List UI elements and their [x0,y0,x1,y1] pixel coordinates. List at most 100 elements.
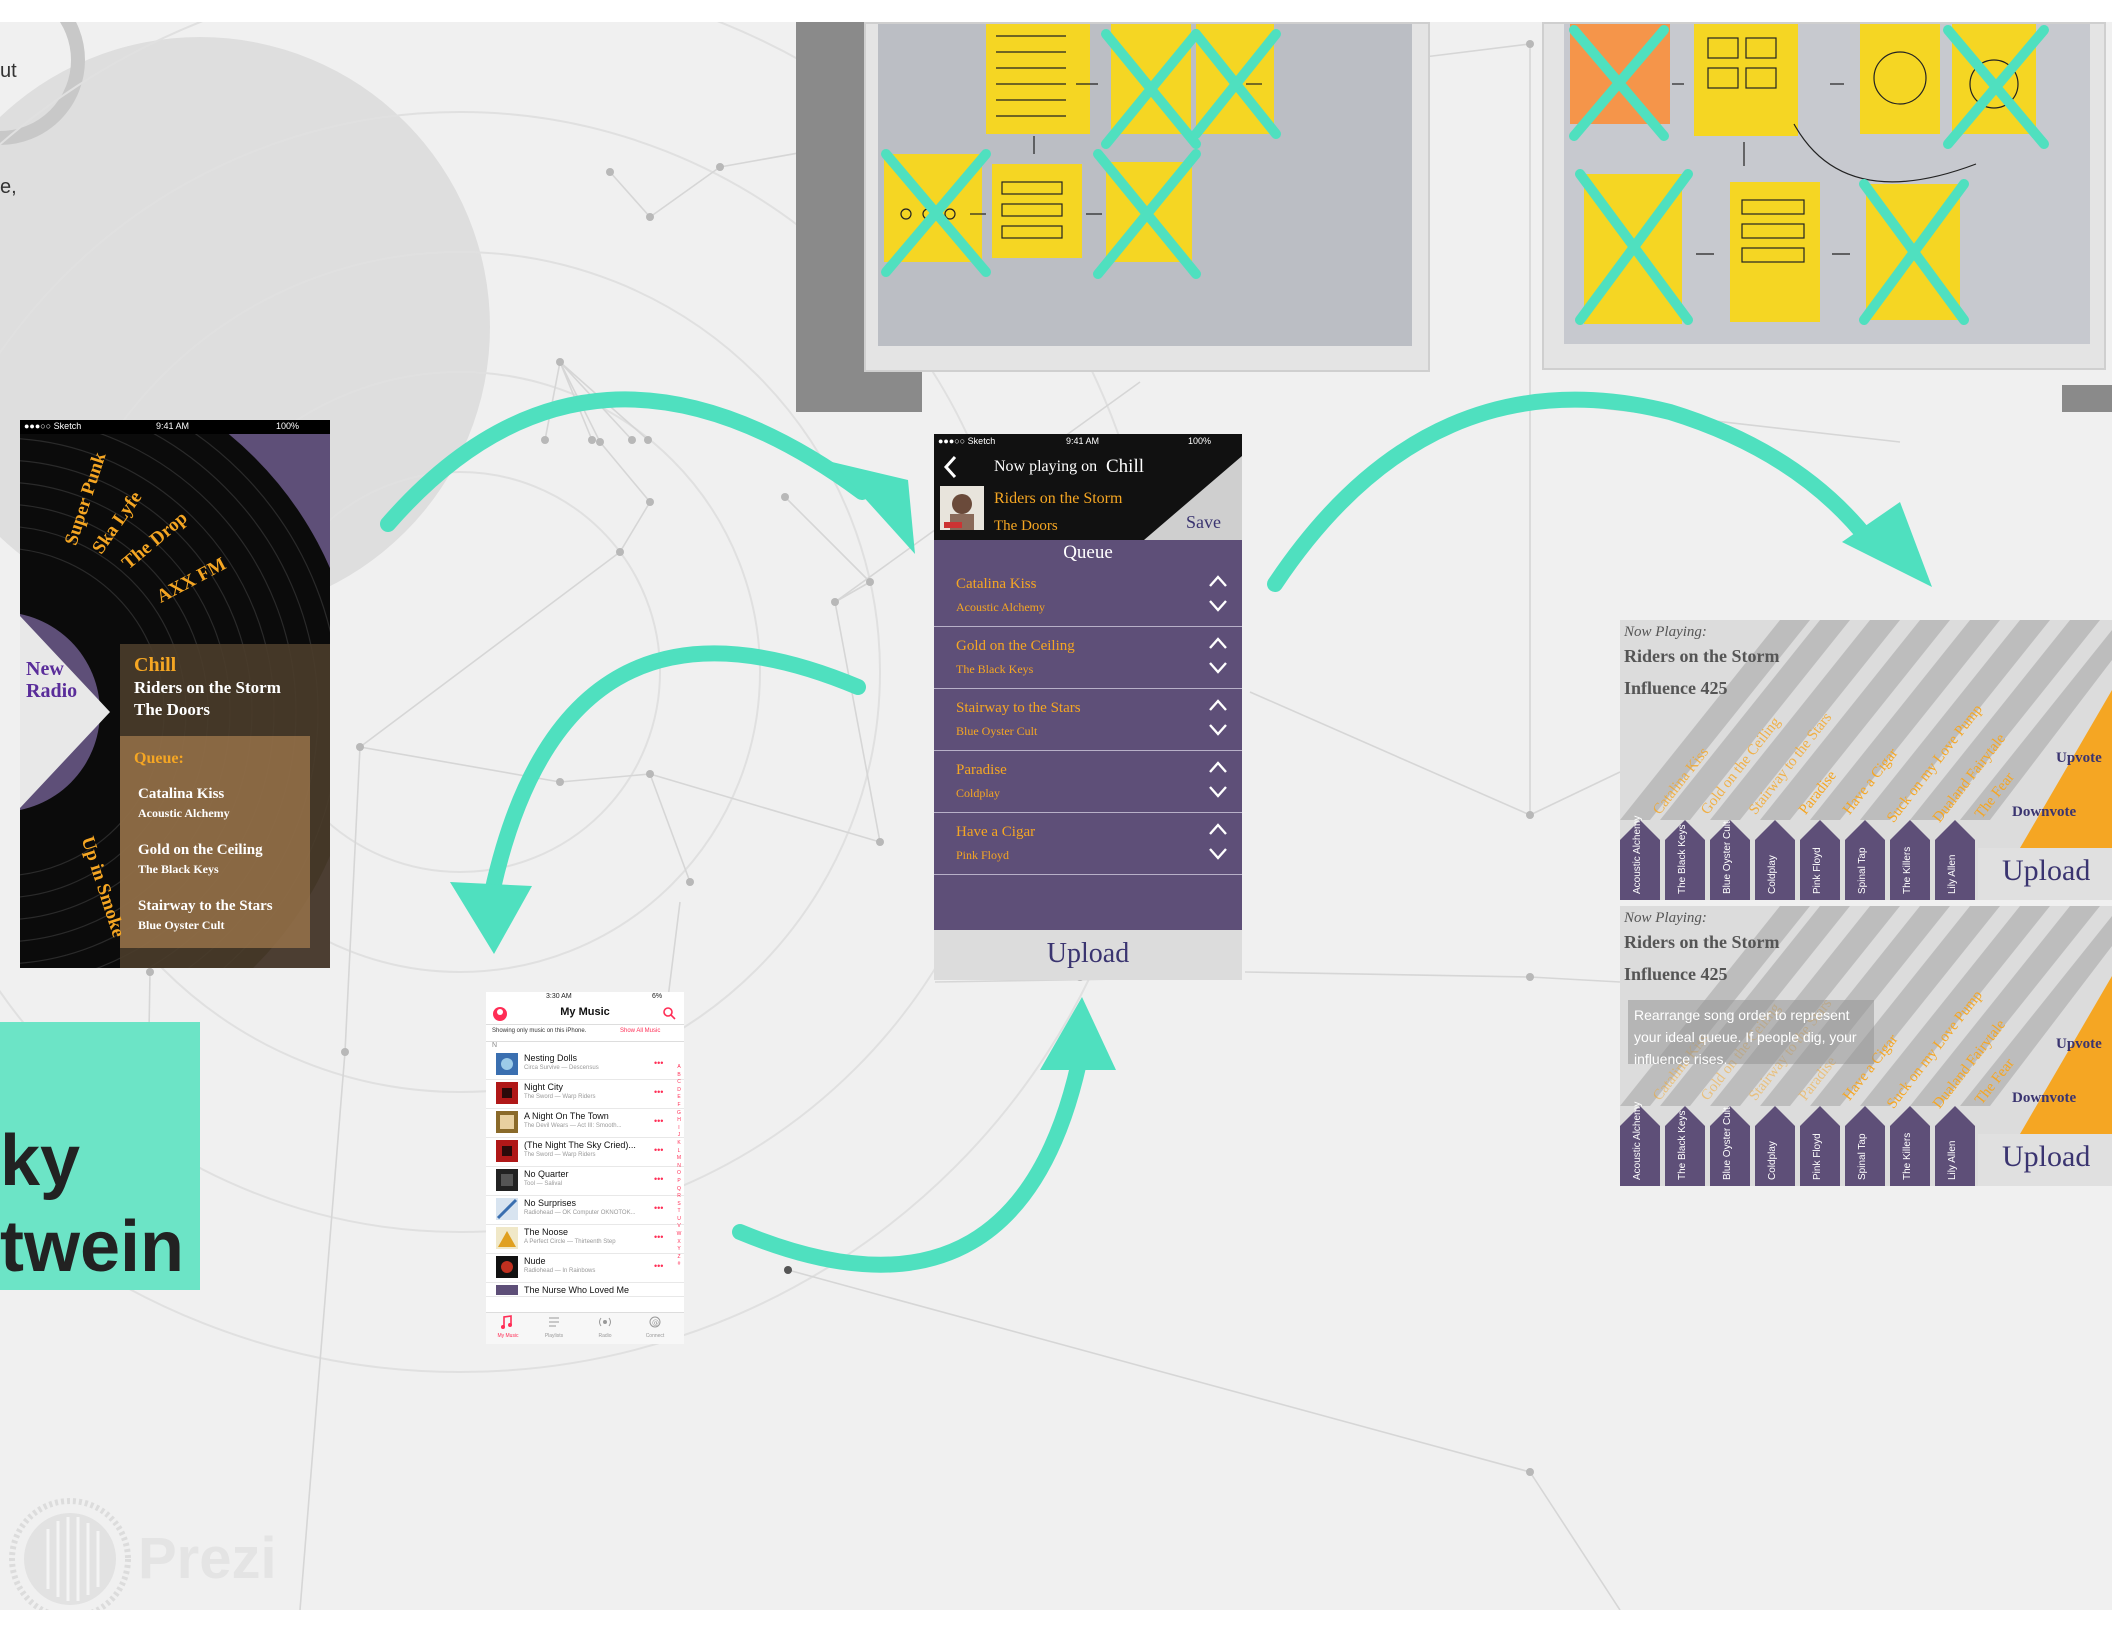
my-music-phone-mockup[interactable]: 3:30 AM 6% My Music Showing only music o… [486,992,684,1344]
index-letter[interactable]: P [675,1178,683,1186]
queue-phone-mockup[interactable]: ●●●○○ Sketch 9:41 AM 100% Now playing on… [934,434,1242,980]
tab-my-music[interactable]: My Music [488,1333,528,1339]
index-letter[interactable]: S [675,1201,683,1209]
artist-tab[interactable]: Pink Floyd [1812,847,1823,894]
artist-tab[interactable]: Coldplay [1767,1141,1778,1180]
artist-tab[interactable]: Blue Oyster Cult [1722,1107,1733,1180]
move-up-chevron-icon[interactable] [1208,822,1228,836]
upvote-button[interactable]: Upvote [2056,750,2102,767]
artist-tab[interactable]: Spinal Tap [1857,847,1868,894]
index-letter[interactable]: E [675,1094,683,1102]
list-item[interactable]: Nesting Dolls Circa Survive — Descensus ••… [486,1050,684,1080]
list-item[interactable]: No Surprises Radiohead — OK Computer OKNO… [486,1195,684,1225]
index-letter[interactable]: # [675,1261,683,1269]
index-letter[interactable]: I [675,1125,683,1133]
upload-button[interactable]: Upload [1978,1134,2112,1186]
more-icon[interactable]: ••• [654,1145,663,1155]
artist-tab[interactable]: The Killers [1902,1133,1913,1180]
index-letter[interactable]: M [675,1155,683,1163]
list-item[interactable]: The Noose A Perfect Circle — Thirteenth S… [486,1224,684,1254]
more-icon[interactable]: ••• [654,1116,663,1126]
index-letter[interactable]: L [675,1148,683,1156]
connect-icon[interactable]: @ [648,1315,662,1329]
artist-tab[interactable]: Coldplay [1767,855,1778,894]
list-item[interactable]: No Quarter Tool — Salival ••• [486,1166,684,1196]
artist-tab[interactable]: Acoustic Alchemy [1632,1102,1643,1180]
music-note-icon[interactable] [500,1315,512,1329]
more-icon[interactable]: ••• [654,1174,663,1184]
move-down-chevron-icon[interactable] [1208,722,1228,736]
index-letter[interactable]: N [675,1163,683,1171]
back-chevron-icon[interactable] [942,454,958,480]
artist-tab[interactable]: Lily Allen [1947,855,1958,894]
influence-panel[interactable]: Now Playing: Riders on the Storm Influen… [1620,906,2112,1186]
index-letter[interactable]: T [675,1208,683,1216]
upvote-button[interactable]: Upvote [2056,1036,2102,1053]
list-item[interactable]: A Night On The Town The Devil Wears — Act… [486,1108,684,1138]
move-down-chevron-icon[interactable] [1208,598,1228,612]
influence-panel[interactable]: Now Playing: Riders on the Storm Influen… [1620,620,2112,900]
artist-tab[interactable]: The Black Keys [1677,1111,1688,1180]
list-item[interactable]: The Nurse Who Loved Me [486,1282,684,1297]
artist-tab[interactable]: Spinal Tap [1857,1133,1868,1180]
queue-row[interactable]: Catalina Kiss Acoustic Alchemy [934,564,1242,627]
move-up-chevron-icon[interactable] [1208,698,1228,712]
index-letter[interactable]: J [675,1132,683,1140]
index-letter[interactable]: Z [675,1254,683,1262]
playlist-icon[interactable] [548,1315,560,1329]
index-letter[interactable]: R [675,1193,683,1201]
index-letter[interactable]: G [675,1110,683,1118]
list-item[interactable]: Night City The Sword — Warp Riders ••• [486,1079,684,1109]
save-button[interactable]: Save [1186,512,1221,533]
move-down-chevron-icon[interactable] [1208,660,1228,674]
search-icon[interactable] [662,1006,676,1020]
queue-row[interactable]: Have a Cigar Pink Floyd [934,812,1242,875]
upload-button[interactable]: Upload [934,930,1242,980]
index-letter[interactable]: C [675,1079,683,1087]
more-icon[interactable]: ••• [654,1232,663,1242]
index-letter[interactable]: V [675,1223,683,1231]
more-icon[interactable]: ••• [654,1058,663,1068]
artist-tab[interactable]: The Black Keys [1677,825,1688,894]
index-letter[interactable]: K [675,1140,683,1148]
index-letter[interactable]: Y [675,1246,683,1254]
move-up-chevron-icon[interactable] [1208,760,1228,774]
move-up-chevron-icon[interactable] [1208,574,1228,588]
index-letter[interactable]: X [675,1239,683,1247]
list-item[interactable]: Nude Radiohead — In Rainbows ••• [486,1253,684,1283]
downvote-button[interactable]: Downvote [2012,804,2076,821]
artist-tab[interactable]: Acoustic Alchemy [1632,816,1643,894]
show-all-music-link[interactable]: Show All Music [620,1028,660,1034]
alphabet-index[interactable]: A B C D E F G H I J K L M N O P Q R S T … [675,1064,683,1269]
artist-tab[interactable]: Lily Allen [1947,1141,1958,1180]
title-card[interactable]: ky twein [0,1022,200,1290]
index-letter[interactable]: H [675,1117,683,1125]
index-letter[interactable]: U [675,1216,683,1224]
more-icon[interactable]: ••• [654,1203,663,1213]
index-letter[interactable]: B [675,1072,683,1080]
tab-radio[interactable]: Radio [585,1333,625,1339]
downvote-button[interactable]: Downvote [2012,1090,2076,1107]
radio-icon[interactable] [598,1315,612,1329]
more-icon[interactable]: ••• [654,1261,663,1271]
queue-row[interactable]: Paradise Coldplay [934,750,1242,813]
list-item[interactable]: (The Night The Sky Cried)... The Sword — … [486,1137,684,1167]
artist-tab[interactable]: Blue Oyster Cult [1722,821,1733,894]
move-down-chevron-icon[interactable] [1208,846,1228,860]
index-letter[interactable]: F [675,1102,683,1110]
artist-tab[interactable]: Pink Floyd [1812,1133,1823,1180]
queue-row[interactable]: Stairway to the Stars Blue Oyster Cult [934,688,1242,751]
tab-connect[interactable]: Connect [635,1333,675,1339]
index-letter[interactable]: W [675,1231,683,1239]
tab-playlists[interactable]: Playlists [534,1333,574,1339]
index-letter[interactable]: A [675,1064,683,1072]
move-up-chevron-icon[interactable] [1208,636,1228,650]
queue-row[interactable]: Gold on the Ceiling The Black Keys [934,626,1242,689]
artist-tab[interactable]: The Killers [1902,847,1913,894]
upload-button[interactable]: Upload [1978,848,2112,900]
index-letter[interactable]: O [675,1170,683,1178]
move-down-chevron-icon[interactable] [1208,784,1228,798]
index-letter[interactable]: Q [675,1186,683,1194]
more-icon[interactable]: ••• [654,1087,663,1097]
index-letter[interactable]: D [675,1087,683,1095]
